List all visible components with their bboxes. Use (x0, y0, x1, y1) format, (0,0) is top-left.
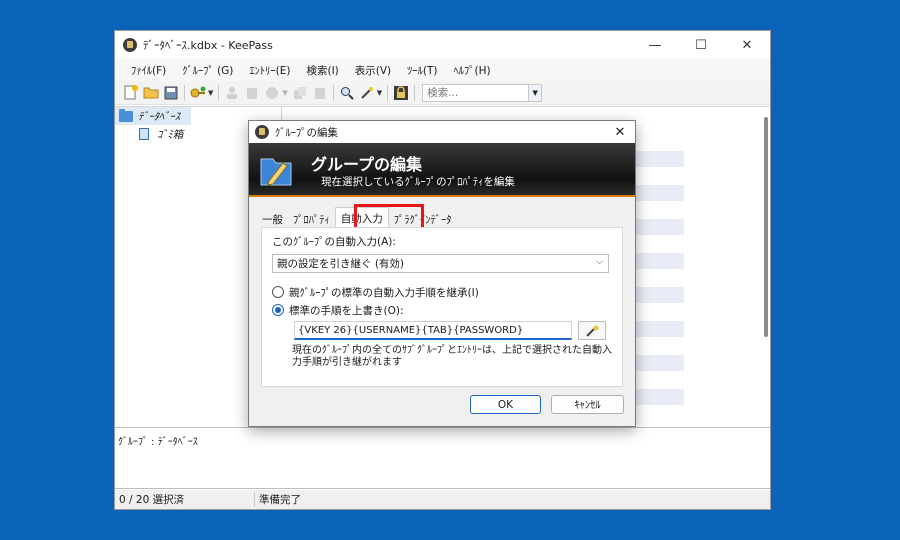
menu-entry[interactable]: ｴﾝﾄﾘｰ(E) (241, 63, 298, 78)
close-button[interactable]: ✕ (724, 31, 770, 59)
tree-item-label: ﾃﾞｰﾀﾍﾞｰｽ (138, 110, 180, 123)
copy-entry-icon[interactable] (290, 83, 310, 103)
cancel-button[interactable]: ｷｬﾝｾﾙ (551, 395, 624, 414)
radio-override[interactable] (272, 304, 284, 316)
lock-workspace-icon[interactable] (391, 83, 411, 103)
dialog-banner: グループの編集 現在選択しているｸﾞﾙｰﾌﾟのﾌﾟﾛﾊﾟﾃｨを編集 (249, 143, 635, 197)
chevron-down-icon[interactable]: ▼ (282, 89, 287, 97)
banner-subtitle: 現在選択しているｸﾞﾙｰﾌﾟのﾌﾟﾛﾊﾟﾃｨを編集 (321, 176, 515, 188)
ok-button[interactable]: OK (470, 395, 541, 414)
folder-edit-icon (260, 158, 292, 186)
menu-file[interactable]: ﾌｧｲﾙ(F) (123, 63, 174, 78)
folder-icon (119, 108, 133, 122)
status-state: 準備完了 (259, 494, 301, 506)
toolbar-separator (184, 84, 185, 101)
dialog-title: ｸﾞﾙｰﾌﾟの編集 (275, 126, 338, 139)
sequence-input[interactable]: {VKEY 26}{USERNAME}{TAB}{PASSWORD} (294, 321, 572, 340)
sequence-row: {VKEY 26}{USERNAME}{TAB}{PASSWORD} (294, 321, 612, 340)
save-icon[interactable] (161, 83, 181, 103)
chevron-down-icon[interactable]: ▼ (377, 89, 382, 97)
details-text: ｸﾞﾙｰﾌﾟ : ﾃﾞｰﾀﾍﾞｰｽ (118, 437, 198, 448)
auto-type-label: このｸﾞﾙｰﾌﾟの自動入力(A): (272, 236, 396, 248)
open-folder-icon[interactable] (141, 83, 161, 103)
toolbar-separator (332, 84, 334, 101)
radio-inherit-label: 親ｸﾞﾙｰﾌﾟの標準の自動入力手順を継承(I) (289, 286, 479, 299)
search-dropdown-chevron-icon[interactable]: ▼ (528, 83, 543, 102)
list-scrollbar[interactable] (764, 117, 768, 337)
status-selection: 0 / 20 選択済 (115, 492, 255, 507)
window-title: ﾃﾞｰﾀﾍﾞｰｽ.kdbx - KeePass (143, 39, 273, 52)
inherit-note: 現在のｸﾞﾙｰﾌﾟ内の全てのｻﾌﾞｸﾞﾙｰﾌﾟとｴﾝﾄﾘｰは、上記で選択された自… (292, 345, 612, 368)
window-controls: — ☐ ✕ (632, 31, 770, 59)
generator-wand-icon[interactable] (357, 83, 377, 103)
tab-properties[interactable]: ﾌﾟﾛﾊﾟﾃｨ (288, 209, 335, 227)
user-icon[interactable] (222, 83, 242, 103)
minimize-button[interactable]: — (632, 31, 678, 59)
keepass-lock-icon (123, 38, 137, 52)
details-pane: ｸﾞﾙｰﾌﾟ : ﾃﾞｰﾀﾍﾞｰｽ (115, 427, 770, 489)
edit-group-dialog: ｸﾞﾙｰﾌﾟの編集 ✕ グループの編集 現在選択しているｸﾞﾙｰﾌﾟのﾌﾟﾛﾊﾟ… (248, 120, 636, 427)
add-entry-key-icon[interactable] (188, 83, 208, 103)
auto-type-select-value: 親の設定を引き継ぐ (有効) (277, 258, 405, 270)
toolbar-separator (414, 84, 416, 101)
sequence-editor-button[interactable] (578, 321, 606, 340)
tree-item-database[interactable]: ﾃﾞｰﾀﾍﾞｰｽ (115, 107, 191, 125)
search-input[interactable]: 検索... ▼ (422, 83, 543, 102)
magic-wand-icon (586, 325, 599, 337)
radio-override-label: 標準の手順を上書き(O): (289, 304, 404, 317)
toolbar-separator (387, 84, 389, 101)
recycle-bin-icon (139, 128, 149, 140)
search-placeholder: 検索... (427, 87, 459, 99)
magnifier-icon[interactable] (337, 83, 357, 103)
auto-type-panel: このｸﾞﾙｰﾌﾟの自動入力(A): 親の設定を引き継ぐ (有効) ⌵ 親ｸﾞﾙｰ… (261, 227, 623, 387)
chevron-down-icon[interactable]: ▼ (208, 89, 213, 97)
menu-bar: ﾌｧｲﾙ(F) ｸﾞﾙｰﾌﾟ (G) ｴﾝﾄﾘｰ(E) 検索(I) 表示(V) … (115, 59, 770, 81)
menu-group[interactable]: ｸﾞﾙｰﾌﾟ (G) (174, 63, 241, 78)
menu-find[interactable]: 検索(I) (298, 63, 346, 78)
chevron-down-icon: ⌵ (596, 257, 603, 267)
menu-tools[interactable]: ﾂｰﾙ(T) (399, 63, 445, 78)
auto-type-select[interactable]: 親の設定を引き継ぐ (有効) ⌵ (272, 254, 609, 273)
radio-inherit-row[interactable]: 親ｸﾞﾙｰﾌﾟの標準の自動入力手順を継承(I) (272, 285, 612, 299)
title-bar: ﾃﾞｰﾀﾍﾞｰｽ.kdbx - KeePass — ☐ ✕ (115, 31, 770, 59)
menu-help[interactable]: ﾍﾙﾌﾟ(H) (446, 63, 499, 78)
toolbar-separator (218, 84, 220, 101)
banner-title: グループの編集 (311, 155, 423, 174)
delete-entry-icon[interactable] (310, 83, 330, 103)
radio-inherit[interactable] (272, 286, 284, 298)
globe-icon[interactable] (262, 83, 282, 103)
status-bar: 0 / 20 選択済 準備完了 (115, 490, 770, 509)
maximize-button[interactable]: ☐ (678, 31, 724, 59)
tree-item-label: ｺﾞﾐ箱 (157, 128, 184, 141)
dialog-title-bar: ｸﾞﾙｰﾌﾟの編集 ✕ (249, 121, 635, 143)
new-database-icon[interactable] (121, 83, 141, 103)
copy-password-icon[interactable] (242, 83, 262, 103)
menu-view[interactable]: 表示(V) (347, 63, 399, 78)
keepass-lock-icon (255, 125, 269, 139)
toolbar: ▼ ▼ ▼ 検索... ▼ (115, 81, 770, 105)
radio-override-row[interactable]: 標準の手順を上書き(O): (272, 303, 612, 317)
tab-general[interactable]: 一般 (257, 209, 288, 227)
dialog-close-button[interactable]: ✕ (605, 125, 635, 140)
